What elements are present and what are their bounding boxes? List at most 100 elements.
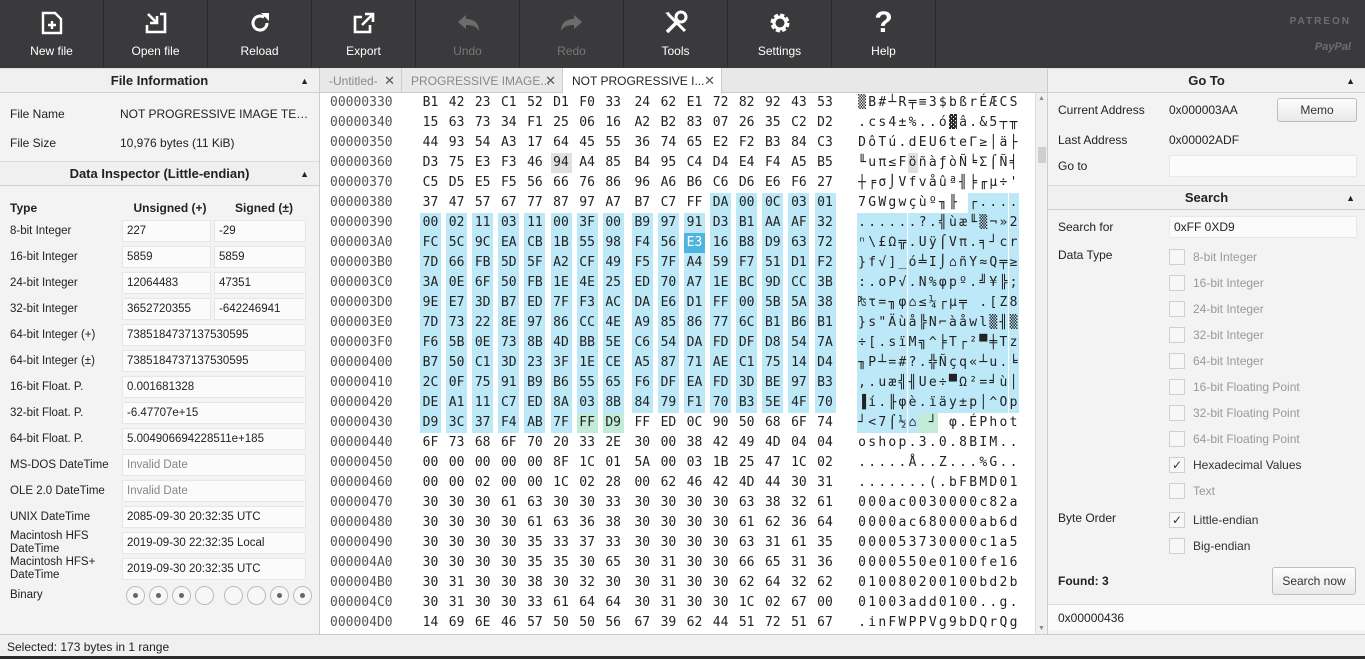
hex-byte[interactable]: 24 [632, 93, 653, 113]
hex-byte[interactable]: D3 [420, 153, 441, 173]
ascii-char[interactable]: ╓ [978, 173, 988, 193]
ascii-char[interactable]: ± [897, 113, 907, 133]
hex-byte[interactable]: 37 [472, 413, 494, 433]
ascii-char[interactable]: 0 [948, 533, 958, 553]
hex-byte[interactable]: F5 [498, 173, 519, 193]
ascii-char[interactable]: e [927, 373, 938, 393]
checkbox[interactable] [1169, 379, 1185, 395]
hex-byte[interactable]: 50 [577, 613, 598, 633]
hex-byte[interactable]: 30 [498, 513, 519, 533]
ascii-char[interactable]: g [998, 593, 1008, 613]
hex-byte[interactable]: B4 [632, 153, 653, 173]
ascii-char[interactable]: a [908, 593, 918, 613]
hex-byte[interactable]: 33 [577, 433, 598, 453]
hex-byte[interactable]: DA [684, 333, 705, 353]
ascii-char[interactable]: . [998, 433, 1008, 453]
ascii-char[interactable]: . [948, 453, 958, 473]
ascii-char[interactable]: 0 [958, 533, 968, 553]
tab-not-progressive-image[interactable]: NOT PROGRESSIVE I... ✕ [563, 68, 722, 94]
data-type-option[interactable]: Text [1169, 478, 1302, 504]
hex-byte[interactable]: 3D [498, 353, 520, 373]
ascii-char[interactable]: 3 [928, 493, 938, 513]
hex-byte[interactable]: 2E [603, 433, 624, 453]
data-type-option[interactable]: 32-bit Integer [1169, 322, 1302, 348]
ascii-char[interactable]: . [968, 113, 978, 133]
hex-byte[interactable]: 96 [632, 173, 653, 193]
ascii-char[interactable]: â [958, 113, 968, 133]
ascii-char[interactable]: b [978, 573, 988, 593]
hex-byte[interactable]: BC [736, 273, 758, 293]
patreon-link[interactable]: PATREON [1290, 16, 1351, 27]
hex-byte[interactable]: 8A [550, 393, 572, 413]
ascii-char[interactable]: φ [897, 393, 908, 413]
binary-bit[interactable] [126, 585, 145, 605]
ascii-char[interactable]: É [978, 93, 988, 113]
hex-byte[interactable]: 73 [446, 433, 467, 453]
hex-byte[interactable]: 22 [472, 313, 494, 333]
ascii-char[interactable]: " [877, 313, 888, 333]
data-type-option[interactable]: 16-bit Floating Point [1169, 374, 1302, 400]
ascii-char[interactable]: 0 [968, 533, 978, 553]
ascii-char[interactable]: φ [897, 293, 908, 313]
hex-byte[interactable]: A6 [658, 173, 679, 193]
tab-untitled[interactable]: -Untitled- ✕ [320, 68, 402, 93]
search-input[interactable]: 0xFF 0XD9 [1169, 216, 1357, 238]
ascii-char[interactable]: Ñ [937, 353, 948, 373]
ascii-char[interactable]: ⌐ [937, 313, 948, 333]
ascii-char[interactable]: 2 [1008, 213, 1019, 233]
ascii-char[interactable]: √ [897, 273, 908, 293]
hex-byte[interactable]: 03 [576, 393, 598, 413]
hex-byte[interactable]: 63 [446, 113, 467, 133]
ascii-char[interactable]: M [907, 333, 918, 353]
ascii-char[interactable]: M [978, 473, 988, 493]
hex-byte[interactable]: 36 [815, 553, 836, 573]
hex-byte[interactable]: 38 [762, 493, 783, 513]
hex-byte[interactable]: 00 [658, 433, 679, 453]
ascii-char[interactable]: ╣ [937, 213, 948, 233]
hex-byte[interactable]: D1 [684, 293, 705, 313]
ascii-char[interactable]: U [917, 373, 928, 393]
signed-value[interactable]: -642246941 [214, 298, 306, 320]
ascii-char[interactable]: 0 [938, 553, 948, 573]
ascii-char[interactable]: 0 [968, 553, 978, 573]
hex-byte[interactable]: 00 [446, 473, 467, 493]
hex-byte[interactable]: 77 [524, 193, 545, 213]
hex-byte[interactable]: 5F [524, 253, 546, 273]
hex-byte[interactable]: F6 [420, 333, 441, 353]
hex-byte[interactable]: 9C [472, 233, 494, 253]
chevron-updown-icon[interactable]: ▲ [1346, 186, 1355, 210]
ascii-char[interactable]: Q [998, 613, 1008, 633]
hex-byte[interactable]: 68 [762, 413, 783, 433]
hex-byte[interactable]: 30 [446, 553, 467, 573]
hex-byte[interactable]: 11 [472, 213, 494, 233]
ascii-char[interactable]: ╙ [968, 213, 979, 233]
hex-byte[interactable]: 30 [551, 573, 572, 593]
hex-byte[interactable]: E6 [762, 173, 783, 193]
hex-byte[interactable]: AB [524, 413, 546, 433]
ascii-char[interactable]: T [877, 133, 887, 153]
hex-byte[interactable]: 97 [577, 193, 598, 213]
hex-byte[interactable]: 63 [524, 493, 545, 513]
ascii-char[interactable]: b [958, 613, 968, 633]
ascii-char[interactable]: É [968, 413, 978, 433]
ascii-char[interactable]: φ [937, 273, 948, 293]
hex-byte[interactable]: 4D [736, 473, 757, 493]
ascii-char[interactable]: ▀ [947, 373, 958, 393]
hex-byte[interactable]: 7A [814, 333, 836, 353]
hex-byte[interactable]: 01 [603, 453, 624, 473]
ascii-char[interactable]: b [948, 93, 958, 113]
hex-byte[interactable]: DA [710, 193, 732, 213]
ascii-char[interactable]: . [978, 593, 988, 613]
ascii-char[interactable]: 2 [998, 573, 1008, 593]
hex-byte[interactable]: 8F [551, 453, 572, 473]
hex-byte[interactable]: 51 [762, 253, 784, 273]
hex-byte[interactable]: 30 [472, 513, 493, 533]
ascii-char[interactable]: 0 [908, 573, 918, 593]
hex-byte[interactable]: 5E [762, 393, 784, 413]
hex-byte[interactable]: 65 [603, 553, 624, 573]
ascii-char[interactable]: å [928, 173, 938, 193]
ascii-char[interactable]: 6 [918, 513, 928, 533]
ascii-char[interactable]: 0 [867, 493, 877, 513]
ascii-char[interactable]: c [978, 533, 988, 553]
hex-byte[interactable]: C6 [710, 173, 731, 193]
